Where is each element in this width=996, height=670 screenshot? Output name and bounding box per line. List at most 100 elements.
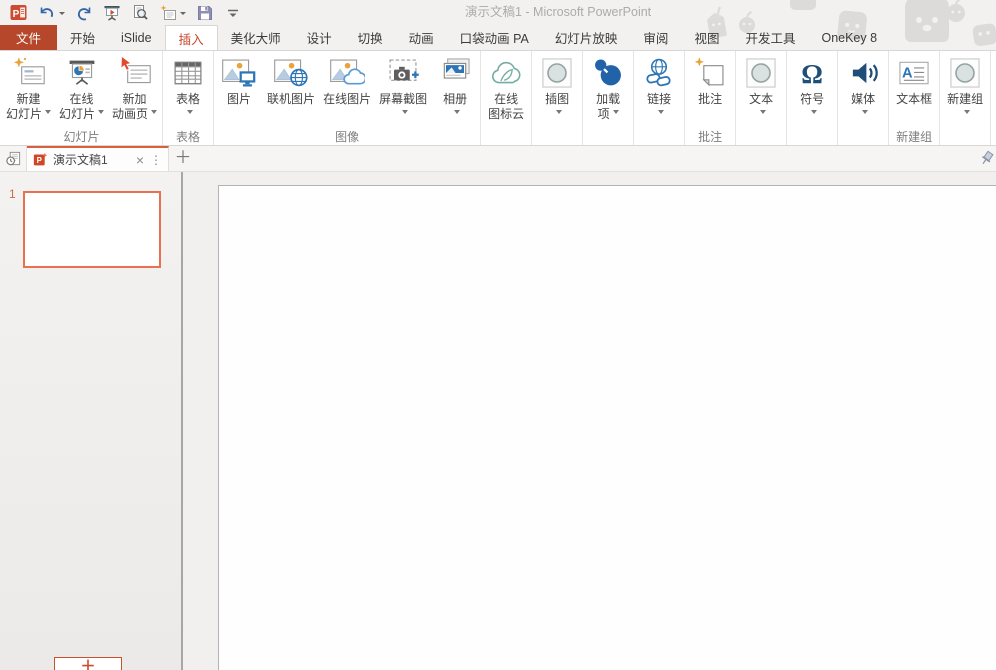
repeat-button[interactable]: [70, 2, 98, 24]
button-label: 屏幕截图: [379, 92, 427, 107]
ppt-logo-icon: P: [10, 4, 28, 22]
ribbon-tab-file[interactable]: 文件: [0, 25, 57, 50]
ribbon-tab-beautify-master[interactable]: 美化大师: [218, 25, 294, 50]
tab-more-icon[interactable]: ⋮: [150, 154, 162, 166]
ribbon-tab-developer[interactable]: 开发工具: [732, 25, 808, 50]
ribbon-group-label: 图像: [215, 130, 479, 145]
online-pictures-button[interactable]: 联机图片: [263, 54, 319, 122]
svg-text:A: A: [902, 66, 913, 82]
ribbon-group-links: 链接: [634, 51, 685, 145]
icon-cloud-icon: [488, 55, 524, 91]
illustrations-button[interactable]: 插图: [533, 54, 581, 122]
button-label: 新建: [17, 92, 41, 107]
text-button[interactable]: 文本: [737, 54, 785, 122]
powerpoint-logo-button[interactable]: P: [5, 2, 33, 24]
ribbon-tab-transitions[interactable]: 切换: [345, 25, 396, 50]
ribbon-group-table: 表格表格: [163, 51, 214, 145]
session-restore-button[interactable]: [0, 146, 27, 171]
add-ins-button[interactable]: 加载项: [584, 54, 632, 122]
ribbon-tab-insert[interactable]: 插入: [165, 25, 218, 51]
button-label: [184, 107, 193, 122]
save-button[interactable]: [191, 2, 219, 24]
media-button[interactable]: 媒体: [839, 54, 887, 122]
new-anim-page-icon: [117, 55, 153, 91]
session-document-icon: [5, 150, 22, 167]
button-label: 符号: [800, 92, 824, 107]
ribbon-group-label: [788, 130, 836, 145]
pin-icon[interactable]: [979, 150, 995, 167]
ribbon-tab-review[interactable]: 审阅: [630, 25, 681, 50]
photo-album-button[interactable]: 相册: [431, 54, 479, 122]
dropdown-caret-icon: [862, 110, 868, 117]
ribbon-group-illustrations: 插图: [532, 51, 583, 145]
ribbon-tab-home[interactable]: 开始: [57, 25, 108, 50]
dropdown-caret-icon: [556, 110, 562, 117]
customize-toolbar-button[interactable]: [219, 2, 247, 24]
picture-button[interactable]: 图片: [215, 54, 263, 122]
button-label: [655, 107, 664, 122]
slide-thumbnail[interactable]: [23, 191, 161, 268]
svg-text:Ω: Ω: [801, 59, 823, 89]
links-button[interactable]: 链接: [635, 54, 683, 122]
ribbon-tab-slide-show[interactable]: 幻灯片放映: [542, 25, 631, 50]
ribbon-group-label: 幻灯片: [2, 130, 161, 145]
dropdown-caret-icon: [964, 110, 970, 117]
online-picture-icon: [273, 55, 309, 91]
new-tab-button[interactable]: ＋: [169, 146, 197, 171]
ribbon-tab-view[interactable]: 视图: [681, 25, 732, 50]
add-in-icon: [590, 55, 626, 91]
ribbon-tab-design[interactable]: 设计: [294, 25, 345, 50]
button-label: [808, 107, 817, 122]
new-doc-icon: [159, 4, 177, 22]
ribbon-group-images: 图片联机图片在线图片屏幕截图相册图像: [214, 51, 481, 145]
ribbon-tab-onekey-8[interactable]: OneKey 8: [808, 25, 890, 50]
dropdown-caret-icon: [454, 110, 460, 117]
print-preview-button[interactable]: [126, 2, 154, 24]
undo-button[interactable]: [33, 2, 70, 24]
ribbon-tab-pocket-animation[interactable]: 口袋动画 PA: [447, 25, 542, 50]
workspace: 1 ＋: [0, 172, 996, 670]
object-button[interactable]: 对象: [992, 54, 996, 122]
comment-button[interactable]: 批注: [686, 54, 734, 122]
redo-icon: [75, 4, 93, 22]
slide-editing-page[interactable]: [218, 185, 996, 670]
button-label: 加载: [596, 92, 620, 107]
start-slideshow-button[interactable]: [98, 2, 126, 24]
photo-album-icon: [437, 55, 473, 91]
placeholder-circle-icon: [743, 55, 779, 91]
ribbon-group-label: 新建组: [992, 130, 996, 145]
ribbon-group-comments: 批注批注: [685, 51, 736, 145]
ribbon-tab-islide[interactable]: iSlide: [108, 25, 165, 50]
ribbon-group-label: [635, 130, 683, 145]
new-slide-button[interactable]: 新建幻灯片: [2, 54, 55, 122]
new-group-button[interactable]: 新建组: [941, 54, 989, 122]
button-label: 图标云: [488, 107, 524, 122]
placeholder-circle-icon: [539, 55, 575, 91]
ribbon-group-label: [839, 130, 887, 145]
online-slides-button[interactable]: 在线幻灯片: [55, 54, 108, 122]
close-tab-icon[interactable]: ×: [136, 153, 144, 167]
document-tab[interactable]: P 演示文稿1 × ⋮: [27, 146, 169, 171]
textbox-button[interactable]: A文本框: [890, 54, 938, 122]
new-slide-quick-button[interactable]: [154, 2, 191, 24]
ribbon-group-object-group: 对象新建组: [991, 51, 996, 145]
slide-canvas-area: [183, 172, 996, 670]
new-animation-page-button[interactable]: 新加动画页: [108, 54, 161, 122]
web-pictures-button[interactable]: 在线图片: [319, 54, 375, 122]
table-button[interactable]: 表格: [164, 54, 212, 122]
screenshot-button[interactable]: 屏幕截图: [375, 54, 431, 122]
ribbon-group-media: 媒体: [838, 51, 889, 145]
ribbon-tab-animations[interactable]: 动画: [396, 25, 447, 50]
button-label: [757, 107, 766, 122]
button-label: 新加: [123, 92, 147, 107]
button-label: [451, 107, 460, 122]
dropdown-caret-icon: [180, 12, 186, 18]
add-slide-button[interactable]: ＋: [54, 657, 122, 670]
symbols-button[interactable]: Ω 符号: [788, 54, 836, 122]
plus-icon: ＋: [80, 658, 95, 670]
button-label: 幻灯片: [6, 107, 51, 122]
online-icon-cloud-button[interactable]: 在线图标云: [482, 54, 530, 122]
dropdown-caret-icon: [98, 110, 104, 117]
placeholder-circle-icon: [947, 55, 983, 91]
ribbon-group-slides: 新建幻灯片在线幻灯片新加动画页幻灯片: [1, 51, 163, 145]
